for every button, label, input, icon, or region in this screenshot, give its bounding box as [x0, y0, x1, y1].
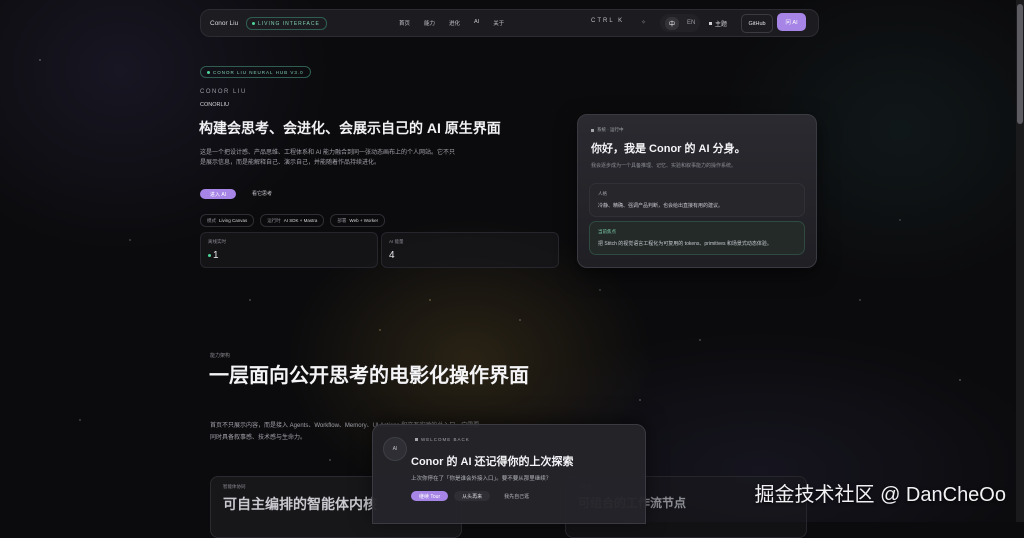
- status-dot-icon: [252, 22, 255, 25]
- tag-mode: 模式 Living Canvas: [200, 214, 255, 227]
- watch-thinking-button[interactable]: 看它思考: [252, 189, 272, 199]
- enter-ai-button[interactable]: 进入 AI: [200, 189, 236, 199]
- tag-value: AI SDK + Mastra: [283, 218, 318, 223]
- persona-value: 冷静、精确、强调产品判断，也会给出直接有用的建议。: [598, 203, 724, 209]
- lang-zh-button[interactable]: 中: [665, 16, 680, 30]
- persona-key: 人格: [598, 191, 607, 196]
- tag-runtime: 运行时 AI SDK + Mastra: [260, 214, 325, 227]
- continue-tour-button[interactable]: 继续 Tour: [411, 491, 449, 501]
- version-pill: CONOR LIU NEURAL HUB V3.0: [200, 66, 311, 78]
- github-button[interactable]: GitHub: [741, 14, 773, 33]
- scrollbar-thumb[interactable]: [1017, 4, 1023, 124]
- focus-key: 当前焦点: [598, 229, 616, 234]
- card-status: 系统 · 运行中: [591, 127, 624, 133]
- status-square-icon: [591, 128, 594, 132]
- welcome-label-row: WELCOME BACK: [415, 437, 470, 442]
- living-interface-badge: LIVING INTERFACE: [246, 17, 327, 30]
- stat-value: 4: [389, 250, 395, 261]
- welcome-back-popup: AI WELCOME BACK Conor 的 AI 还记得你的上次探索 上次你…: [372, 424, 646, 524]
- scrollbar-track[interactable]: [1016, 0, 1024, 522]
- online-dot-icon: [208, 254, 211, 257]
- ai-avatar: AI: [383, 437, 407, 461]
- nav-link-about[interactable]: 关于: [493, 19, 504, 27]
- tag-deploy: 部署 Web + Worker: [330, 214, 386, 227]
- name-logo: CONORLIU: [200, 102, 230, 108]
- tag-key: 部署: [337, 217, 347, 223]
- agent-card-title: 可自主编排的智能体内核: [223, 496, 377, 512]
- tag-key: 模式: [207, 217, 216, 223]
- stat-label: AI 能量: [389, 239, 404, 244]
- welcome-square-icon: [415, 438, 418, 441]
- explore-myself-button[interactable]: 我先自己逛: [496, 491, 537, 501]
- living-label: LIVING INTERFACE: [258, 20, 320, 27]
- ai-persona-card: 系统 · 运行中 你好，我是 Conor 的 AI 分身。 我会逐步成为一个具备…: [577, 114, 817, 268]
- focus-box: 当前焦点 把 Stitch 的视觉语言工程化为可复用的 tokens、primi…: [589, 221, 805, 255]
- stat-number: 4: [389, 250, 395, 261]
- nav-link-evolution[interactable]: 进化: [449, 19, 460, 27]
- welcome-subtitle: 上次你停在了「你是谁会外接入口」。要不要从那里继续？: [411, 476, 552, 482]
- nav-link-capability[interactable]: 能力: [424, 19, 435, 27]
- welcome-actions: 继续 Tour 从头再来 我先自己逛: [411, 491, 537, 501]
- tag-key: 运行时: [267, 217, 281, 223]
- section-label: 能力架构: [210, 353, 231, 359]
- top-navbar: Conor Liu LIVING INTERFACE 首页 能力 进化 AI 关…: [200, 9, 819, 37]
- card-subtitle: 我会逐步成为一个具备推理、记忆、实验和叙事能力的操作系统。: [591, 163, 737, 169]
- hero-description: 这是一个把设计感、产品思维、工程体系和 AI 能力融合到同一张动态画布上的个人网…: [200, 150, 456, 166]
- pill-dot-icon: [207, 70, 210, 74]
- sparkle-icon: ✧: [641, 20, 647, 26]
- section-title: 一层面向公开思考的电影化操作界面: [209, 365, 529, 387]
- tag-value: Web + Worker: [349, 218, 379, 223]
- watermark-text: 掘金技术社区 @ DanCheOo: [754, 484, 1006, 506]
- restart-button[interactable]: 从头再来: [454, 491, 491, 501]
- ask-ai-button[interactable]: 问 AI: [777, 13, 806, 31]
- nav-link-home[interactable]: 首页: [399, 19, 410, 27]
- hero-tags: 模式 Living Canvas 运行时 AI SDK + Mastra 部署 …: [200, 214, 386, 227]
- theme-toggle[interactable]: 主题: [709, 19, 727, 28]
- stat-card-energy: AI 能量 4: [381, 232, 559, 268]
- focus-value: 把 Stitch 的视觉语言工程化为可复用的 tokens、primitives…: [598, 241, 772, 247]
- lang-en-button[interactable]: EN: [687, 20, 695, 26]
- stat-number: 1: [213, 250, 219, 261]
- persona-box: 人格 冷静、精确、强调产品判断，也会给出直接有用的建议。: [589, 183, 805, 217]
- card-title: 你好，我是 Conor 的 AI 分身。: [591, 143, 746, 155]
- nav-links: 首页 能力 进化 AI 关于: [399, 19, 504, 27]
- brand-name[interactable]: Conor Liu: [210, 20, 238, 27]
- welcome-title: Conor 的 AI 还记得你的上次探索: [411, 456, 574, 468]
- stat-card-online: 离线实时 1: [200, 232, 378, 268]
- welcome-label: WELCOME BACK: [421, 437, 470, 442]
- stat-label: 离线实时: [208, 239, 226, 244]
- nav-link-ai[interactable]: AI: [474, 19, 479, 27]
- tag-value: Living Canvas: [219, 218, 248, 223]
- language-switcher: 中 EN: [660, 14, 701, 32]
- card-status-label: 系统 · 运行中: [597, 127, 624, 132]
- command-palette-shortcut[interactable]: CTRL K: [591, 18, 624, 24]
- theme-square-icon: [709, 22, 712, 25]
- agent-card-label: 智能体协同: [223, 484, 246, 489]
- version-label: CONOR LIU NEURAL HUB V3.0: [213, 69, 304, 75]
- stat-value: 1: [208, 250, 219, 261]
- theme-label: 主题: [715, 22, 728, 28]
- name-small: CONOR LIU: [200, 89, 247, 95]
- hero-title: 构建会思考、会进化、会展示自己的 AI 原生界面: [199, 120, 501, 136]
